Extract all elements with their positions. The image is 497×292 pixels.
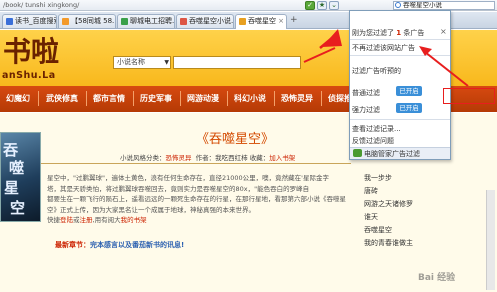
login-link[interactable]: 登陆	[60, 216, 73, 224]
cover-char: 噬	[9, 159, 25, 177]
site-logo-subtitle: anShu.La	[2, 70, 56, 81]
search-type-value: 小说名称	[117, 58, 145, 66]
meta-prefix: 小说风格分类：	[120, 154, 166, 162]
filter-description: 过滤广告听预的	[352, 67, 401, 75]
divider	[350, 55, 450, 56]
tab-jobs[interactable]: 聊城电工招聘...	[117, 14, 175, 28]
sidebar-item[interactable]: 我的青春谁做主	[364, 238, 413, 248]
cover-char: 星	[4, 179, 20, 197]
divider	[16, 163, 351, 164]
nav-item-scifi[interactable]: 科幻小说	[230, 92, 270, 105]
nav-item-fantasy[interactable]: 幻魔幻	[0, 92, 36, 105]
baidu-favicon-icon	[6, 18, 13, 25]
nav-divider	[133, 91, 134, 106]
nav-divider	[38, 91, 39, 106]
desc-line: 都要生在一颗飞行的陨石上，遥看远远的一颗死生命存在的行星，在那行星地，看那第六部…	[47, 195, 346, 203]
tab-novel-search[interactable]: 吞噬星空小说...	[176, 14, 234, 28]
add-to-shelf-link[interactable]: 加入书架	[269, 154, 295, 162]
latest-label: 最新章节：	[55, 241, 90, 249]
login-hint: 快捷登陆或注册,用有阅大我的书架	[47, 215, 352, 226]
sidebar-item[interactable]: 谁天	[364, 212, 378, 222]
nav-divider	[180, 91, 181, 106]
desc-line: 空》正式上传，因为大家黑名让一个成属于地球，神秘真强的本来世界。	[47, 205, 255, 214]
close-icon[interactable]: ×	[440, 27, 447, 36]
count-suffix: 条广告	[403, 29, 425, 37]
desc-line: 塔，其是天骄类怕，将过鹏翼球吞噬回去，竟则实力是吞噬星空的80x，"能色吞白的罗…	[47, 184, 310, 193]
book-title: 《吞噬星空》	[195, 132, 274, 147]
browser-search-input[interactable]: 吞噬星空小说	[393, 1, 495, 10]
latest-chapter-link[interactable]: 完本感言以及番茄新书的讯息!	[90, 241, 184, 249]
favicon-icon	[180, 18, 187, 25]
chevron-down-icon[interactable]: ⌄	[329, 1, 339, 10]
register-link[interactable]: 注册	[80, 216, 93, 224]
filter-count: 刚为您过滤了 1 条广告	[352, 28, 424, 38]
site-search-input[interactable]	[173, 56, 301, 69]
watermark: Bai 经验	[418, 273, 456, 283]
hint-text: ,用有阅大	[92, 216, 121, 224]
sidebar-item[interactable]: 唐砖	[364, 186, 378, 196]
favicon-icon	[121, 18, 128, 25]
search-type-select[interactable]: 小说名称 ▼	[113, 56, 171, 69]
latest-chapter: 最新章节：完本感言以及番茄新书的讯息!	[55, 240, 184, 250]
nav-item-horror[interactable]: 恐怖灵异	[277, 92, 317, 105]
normal-filter-toggle[interactable]: 已开启	[396, 86, 422, 96]
star-icon[interactable]: ★	[317, 1, 327, 10]
new-tab-button[interactable]: +	[290, 16, 300, 26]
count-prefix: 刚为您过滤了	[352, 29, 394, 37]
popup-footer-label: 电脑管家广告过滤	[364, 150, 420, 158]
book-description: 星空中，"过鹏翼球"，遍体土黄色，浪有任何生命存在，直径21000公里，噢，竟然…	[47, 173, 352, 226]
feedback-link[interactable]: 反馈过滤问题	[352, 136, 394, 146]
strong-filter-toggle[interactable]: 已开启	[396, 103, 422, 113]
strong-filter-label: 强力过滤	[352, 106, 380, 114]
search-icon	[395, 2, 401, 8]
nav-divider	[86, 91, 87, 106]
tab-active-novel[interactable]: 吞噬星空 ×	[235, 14, 287, 29]
nav-divider	[321, 91, 322, 106]
tab-label: 吞噬星空	[248, 17, 276, 25]
normal-filter-label: 普通过滤	[352, 89, 380, 97]
nav-divider	[274, 91, 275, 106]
divider	[350, 119, 450, 120]
sidebar-item[interactable]: 网游之天诸修罗	[364, 199, 413, 209]
sidebar-item[interactable]: 我一步步	[364, 173, 392, 183]
divider	[350, 39, 450, 40]
tab-label: 读书_百度搜索	[15, 17, 57, 25]
nav-item-games[interactable]: 网游动漫	[183, 92, 223, 105]
url-field[interactable]: /book/ tunshi xingkong/	[3, 1, 303, 10]
sidebar-header	[356, 162, 497, 171]
toolbar-icons: ✓ ★ ⌄	[305, 1, 339, 11]
close-tab-icon[interactable]: ×	[278, 15, 284, 27]
sidebar-item[interactable]: 吞噬星空	[364, 225, 392, 235]
chevron-down-icon: ▼	[164, 59, 169, 66]
cover-char: 空	[10, 199, 26, 217]
shield-icon	[353, 149, 362, 157]
browser-search-value: 吞噬星空小说	[403, 1, 442, 9]
no-filter-site-button[interactable]: 不再过滤该网站广告	[352, 43, 415, 53]
nav-item-wuxia[interactable]: 武侠修真	[42, 92, 82, 105]
tab-label: 聊城电工招聘...	[130, 17, 175, 25]
desc-line: 星空中，"过鹏翼球"，遍体土黄色，浪有任何生命存在，直径21000公里，噢，竟然…	[47, 174, 329, 182]
nav-item-history[interactable]: 历史军事	[136, 92, 176, 105]
site-logo[interactable]: 书啦	[3, 38, 59, 66]
tab-label: 吞噬星空小说...	[189, 17, 234, 25]
annotation-box	[443, 88, 495, 104]
meta-author: 作者：我吃西红柿 收藏：	[195, 154, 270, 162]
genre-link[interactable]: 恐怖灵异	[166, 154, 192, 162]
hint-text: 快捷	[47, 216, 60, 224]
tab-baidu[interactable]: 读书_百度搜索	[2, 14, 57, 28]
count-value: 1	[396, 29, 402, 37]
book-meta: 小说风格分类：恐怖灵异 作者：我吃西红柿 收藏：加入书架	[120, 152, 350, 162]
book-cover[interactable]: 吞 噬 星 空	[0, 132, 41, 222]
nav-item-urban[interactable]: 都市言情	[89, 92, 129, 105]
scrollbar[interactable]	[486, 190, 495, 290]
view-records-link[interactable]: 查看过滤记录...	[352, 124, 401, 134]
tab-label: 【58同城 58...	[71, 17, 116, 25]
shield-icon[interactable]: ✓	[305, 1, 315, 10]
favicon-icon	[239, 18, 246, 25]
nav-divider	[227, 91, 228, 106]
my-shelf-link[interactable]: 我的书架	[121, 216, 147, 224]
favicon-icon	[62, 18, 69, 25]
tab-58[interactable]: 【58同城 58...	[58, 14, 116, 28]
